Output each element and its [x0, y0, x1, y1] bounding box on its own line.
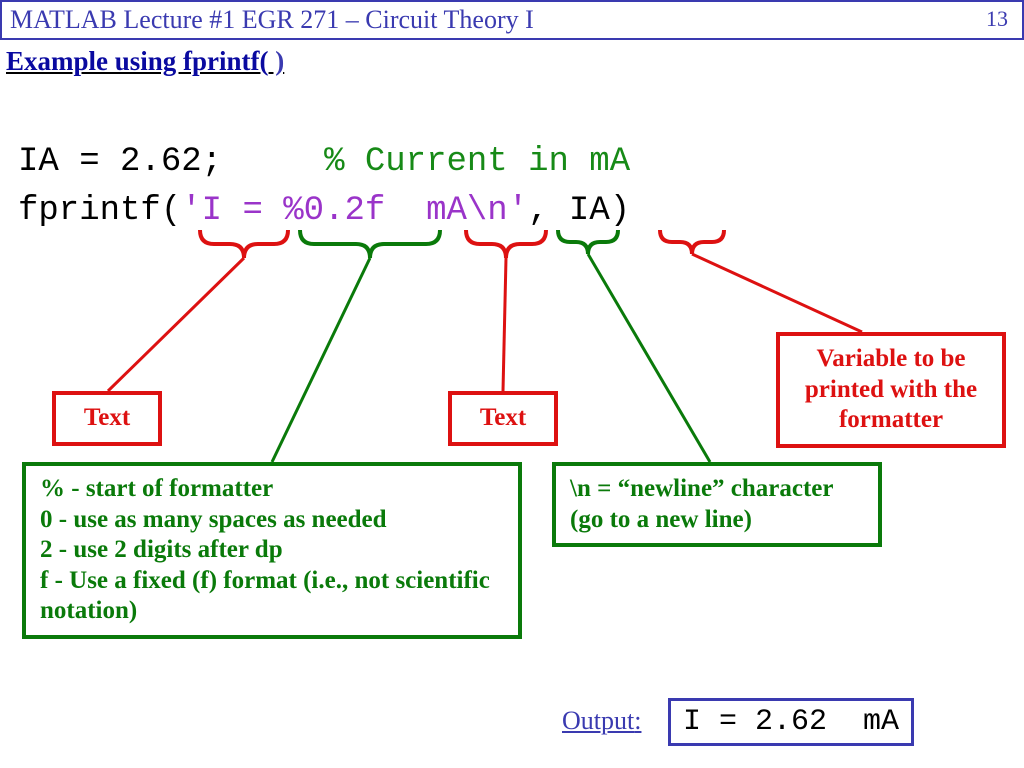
- title-text: MATLAB Lecture #1 EGR 271 – Circuit Theo…: [10, 5, 534, 35]
- output-label: Output:: [562, 706, 641, 736]
- heading-part-a: Example using fprintf(: [6, 46, 269, 76]
- output-value: I = 2.62 mA: [683, 705, 899, 739]
- callout-text-2: Text: [448, 391, 558, 446]
- callout-formatter: % - start of formatter 0 - use as many s…: [22, 462, 522, 639]
- callout-newline-label: \n = “newline” character (go to a new li…: [570, 475, 833, 533]
- title-bar: MATLAB Lecture #1 EGR 271 – Circuit Theo…: [0, 0, 1024, 40]
- callout-newline: \n = “newline” character (go to a new li…: [552, 462, 882, 547]
- page-number: 13: [986, 6, 1008, 32]
- callout-text-1: Text: [52, 391, 162, 446]
- code-l2-string-a: 'I = %0.2f mA: [181, 192, 467, 230]
- code-block: IA = 2.62; % Current in mA fprintf('I = …: [18, 138, 630, 237]
- callout-text-2-label: Text: [480, 404, 526, 431]
- callout-text-1-label: Text: [84, 404, 130, 431]
- callout-variable: Variable to be printed with the formatte…: [776, 332, 1006, 448]
- callout-variable-label: Variable to be printed with the formatte…: [805, 345, 977, 433]
- code-l2-string-b: ': [508, 192, 528, 230]
- code-l1-assign: IA = 2.62;: [18, 143, 324, 181]
- heading-part-b: ): [269, 46, 285, 76]
- code-l1-comment: % Current in mA: [324, 143, 630, 181]
- section-heading: Example using fprintf( ): [6, 46, 1024, 77]
- code-l2-args: , IA): [528, 192, 630, 230]
- code-l2-func: fprintf(: [18, 192, 181, 230]
- code-l2-string-nl: \n: [467, 192, 508, 230]
- output-box: I = 2.62 mA: [668, 698, 914, 746]
- callout-formatter-label: % - start of formatter 0 - use as many s…: [40, 475, 490, 624]
